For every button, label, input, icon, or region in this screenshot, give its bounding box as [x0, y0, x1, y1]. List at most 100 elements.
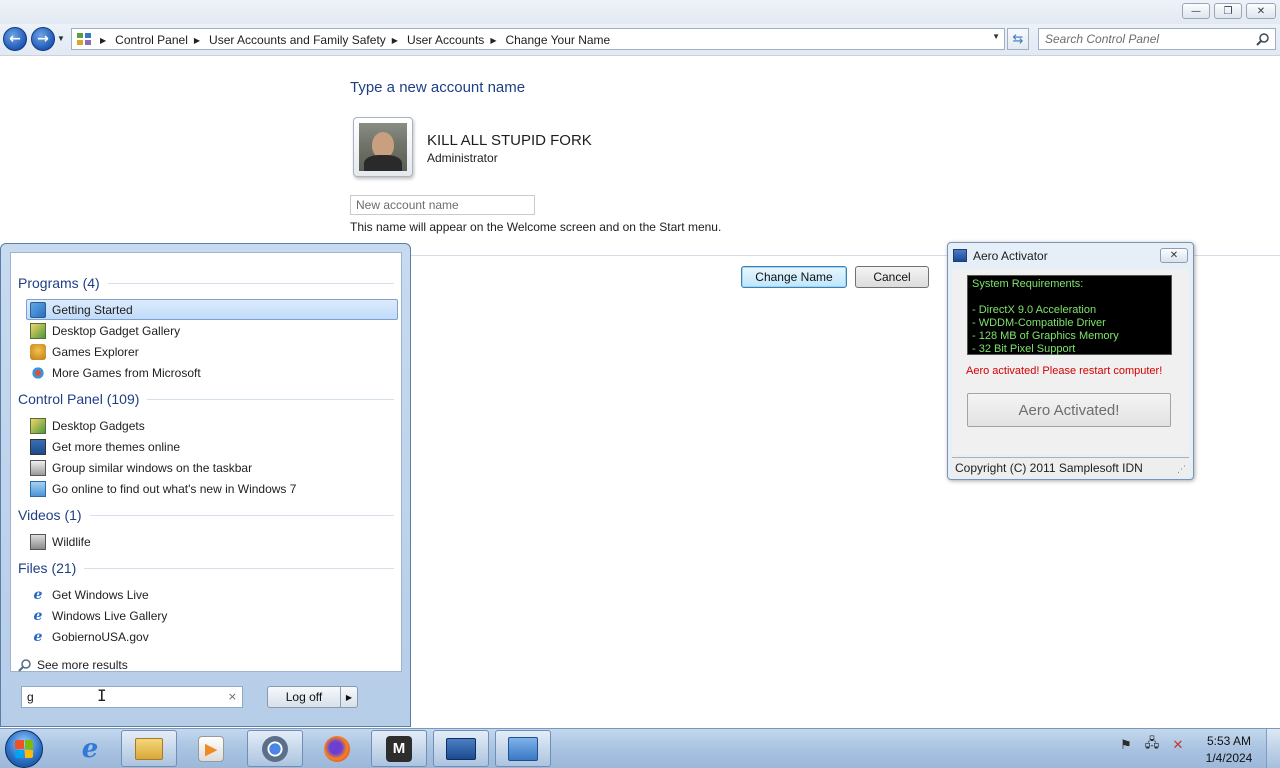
back-button[interactable]: ← [3, 27, 27, 51]
action-center-flag-icon[interactable]: ⚑ [1118, 737, 1134, 753]
result-wildlife[interactable]: Wildlife [26, 531, 398, 552]
aero-status-message: Aero activated! Please restart computer! [966, 365, 1163, 377]
breadcrumb-separator-icon[interactable]: ▶ [490, 36, 496, 45]
control-panel-icon [508, 736, 538, 761]
clock-date[interactable]: 1/4/2024 [1196, 751, 1262, 765]
m-app-icon: M [386, 735, 412, 762]
change-name-button[interactable]: Change Name [741, 266, 847, 288]
result-more-games[interactable]: More Games from Microsoft [26, 362, 398, 383]
start-search-input[interactable] [27, 689, 217, 705]
magnifier-icon [18, 659, 31, 672]
log-off-button[interactable]: Log off [267, 686, 341, 708]
new-account-name-input[interactable] [350, 195, 535, 215]
taskbar-media-player[interactable]: ▶ [183, 730, 239, 767]
resize-grip-icon[interactable]: ⋰ [1177, 465, 1186, 475]
volume-muted-icon[interactable]: ✕ [1170, 737, 1186, 753]
copyright-text: Copyright (C) 2011 Samplesoft IDN [955, 461, 1143, 475]
aero-activate-button[interactable]: Aero Activated! [967, 393, 1171, 427]
close-button[interactable]: ✕ [1246, 3, 1276, 19]
windows-logo-icon [15, 740, 33, 758]
window-titlebar: — ❐ ✕ [0, 0, 1280, 24]
taskbar-settings-icon [30, 459, 46, 476]
aero-activator-app-icon [953, 249, 967, 262]
close-icon: ✕ [1256, 5, 1266, 17]
minimize-icon: — [1191, 5, 1201, 17]
breadcrumb-user-accounts-family-safety[interactable]: User Accounts and Family Safety [209, 33, 386, 47]
result-getting-started[interactable]: Getting Started [26, 299, 398, 320]
maximize-button[interactable]: ❐ [1214, 3, 1242, 19]
search-control-panel-box[interactable] [1038, 28, 1276, 50]
result-windows-live-gallery[interactable]: e Windows Live Gallery [26, 605, 398, 626]
taskbar-window-app[interactable] [433, 730, 489, 767]
result-get-windows-live[interactable]: e Get Windows Live [26, 584, 398, 605]
window-app-icon [446, 737, 476, 760]
forward-arrow-icon: → [37, 31, 49, 47]
shutdown-options-arrow-icon[interactable]: ▶ [340, 686, 358, 708]
search-results-panel: Programs (4) Getting Started Desktop Gad… [10, 252, 402, 672]
breadcrumb-separator-icon[interactable]: ▶ [100, 36, 106, 45]
search-icon[interactable] [1256, 32, 1270, 46]
result-games-explorer[interactable]: Games Explorer [26, 341, 398, 362]
clock-time[interactable]: 5:53 AM [1196, 734, 1262, 748]
recent-pages-dropdown[interactable]: ▼ [57, 34, 65, 43]
taskbar-m-app[interactable]: M [371, 730, 427, 767]
result-gobiernousa[interactable]: e GobiernoUSA.gov [26, 626, 398, 647]
taskbar-internet-explorer[interactable]: e [62, 730, 118, 767]
aero-window-body: System Requirements: - DirectX 9.0 Accel… [952, 269, 1189, 455]
cancel-button[interactable]: Cancel [855, 266, 929, 288]
themes-icon [30, 438, 46, 455]
section-programs[interactable]: Programs (4) [18, 275, 394, 291]
aero-close-button[interactable]: ✕ [1160, 248, 1188, 263]
result-whats-new[interactable]: Go online to find out what's new in Wind… [26, 478, 398, 499]
result-desktop-gadget-gallery[interactable]: Desktop Gadget Gallery [26, 320, 398, 341]
close-icon: ✕ [1169, 250, 1179, 261]
breadcrumb-user-accounts[interactable]: User Accounts [407, 33, 484, 47]
breadcrumb-separator-icon[interactable]: ▶ [194, 36, 200, 45]
taskbar-chrome[interactable] [247, 730, 303, 767]
gadget-gallery-icon [30, 322, 46, 339]
forward-button[interactable]: → [31, 27, 55, 51]
more-games-icon [30, 364, 46, 381]
ie-link-icon: e [33, 586, 43, 603]
page-title: Type a new account name [350, 79, 526, 96]
requirement-item: - 128 MB of Graphics Memory [972, 330, 1119, 342]
result-desktop-gadgets[interactable]: Desktop Gadgets [26, 415, 398, 436]
section-videos[interactable]: Videos (1) [18, 507, 394, 523]
result-group-similar-windows[interactable]: Group similar windows on the taskbar [26, 457, 398, 478]
folder-icon [135, 737, 163, 760]
start-button[interactable] [5, 730, 43, 768]
navigation-bar: ← → ▼ ▶ Control Panel ▶ User Accounts an… [0, 24, 1280, 56]
ie-link-icon: e [33, 628, 43, 645]
result-get-more-themes[interactable]: Get more themes online [26, 436, 398, 457]
start-search-box[interactable]: × [21, 686, 243, 708]
minimize-button[interactable]: — [1182, 3, 1210, 19]
control-panel-icon [77, 33, 91, 45]
taskbar-firefox[interactable] [309, 730, 365, 767]
breadcrumb-control-panel[interactable]: Control Panel [115, 33, 188, 47]
breadcrumb-change-your-name[interactable]: Change Your Name [505, 33, 610, 47]
aero-window-title: Aero Activator [973, 249, 1048, 263]
breadcrumb-separator-icon[interactable]: ▶ [392, 36, 398, 45]
taskbar-control-panel[interactable] [495, 730, 551, 767]
avatar [359, 123, 407, 171]
network-icon[interactable]: 🖧 [1144, 736, 1160, 753]
section-control-panel[interactable]: Control Panel (109) [18, 391, 394, 407]
text-cursor-icon: I [97, 686, 107, 705]
address-bar[interactable]: ▶ Control Panel ▶ User Accounts and Fami… [71, 28, 1005, 50]
address-dropdown-icon[interactable]: ▼ [992, 32, 1000, 41]
account-type: Administrator [427, 151, 498, 165]
section-files[interactable]: Files (21) [18, 560, 394, 576]
clear-search-icon[interactable]: × [228, 690, 237, 703]
search-input[interactable] [1045, 31, 1245, 47]
browser-icon [262, 735, 288, 762]
start-menu: Programs (4) Getting Started Desktop Gad… [0, 243, 411, 727]
see-more-results-link[interactable]: See more results [18, 658, 128, 672]
video-file-icon [30, 533, 46, 550]
ie-link-icon: e [33, 607, 43, 624]
taskbar-file-explorer[interactable] [121, 730, 177, 767]
notification-area: ⚑ 🖧 ✕ [1118, 736, 1196, 753]
name-hint-text: This name will appear on the Welcome scr… [350, 220, 722, 234]
refresh-button[interactable]: ⇆ [1007, 28, 1029, 50]
breadcrumb: ▶ Control Panel ▶ User Accounts and Fami… [96, 32, 610, 48]
show-desktop-button[interactable] [1266, 729, 1280, 768]
